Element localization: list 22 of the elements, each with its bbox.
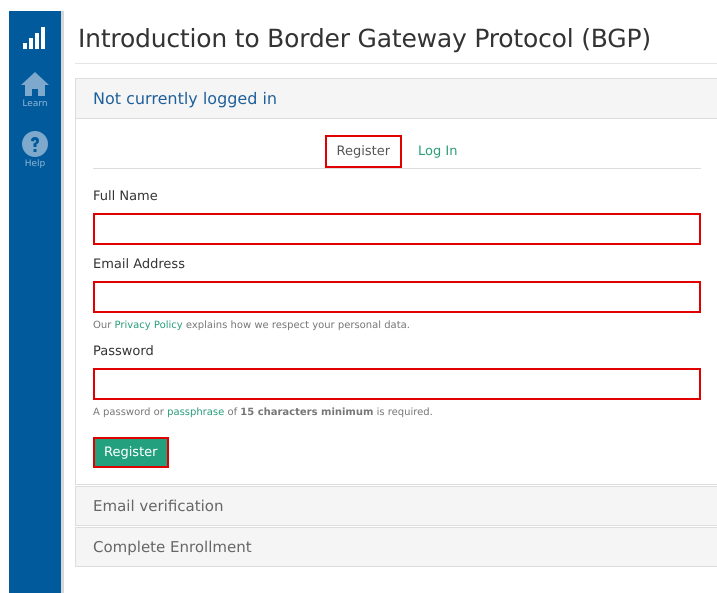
help-link[interactable]: Help (22, 131, 48, 169)
help-link[interactable]: Privacy Policy (114, 320, 183, 331)
input-field[interactable] (93, 281, 701, 313)
field-label: Password (93, 344, 155, 359)
collapsed-section[interactable]: Email verification (75, 486, 717, 526)
help-text: A password or passphrase of 15 characters minimum is required. (93, 407, 433, 418)
register-button[interactable]: Register (93, 437, 169, 468)
page-title: Introduction to Border Gateway Protocol (BGP) (75, 11, 717, 64)
tab[interactable]: Register (324, 135, 402, 168)
input-field[interactable] (93, 368, 701, 400)
help-text: Our Privacy Policy explains how we respect your personal data. (93, 320, 410, 331)
house-icon (20, 71, 50, 97)
help-link[interactable]: passphrase (167, 407, 224, 418)
question-circle-icon (22, 131, 48, 157)
learn-link[interactable]: Learn (20, 71, 50, 109)
signal-bars-logo-icon[interactable] (23, 27, 47, 49)
collapsed-section[interactable]: Complete Enrollment (75, 527, 717, 567)
field-label: Full Name (93, 189, 159, 204)
field-label: Email Address (93, 257, 186, 272)
input-field[interactable] (93, 213, 701, 245)
panel-heading: Not currently logged in (93, 89, 278, 108)
tab[interactable]: Log In (406, 135, 470, 168)
